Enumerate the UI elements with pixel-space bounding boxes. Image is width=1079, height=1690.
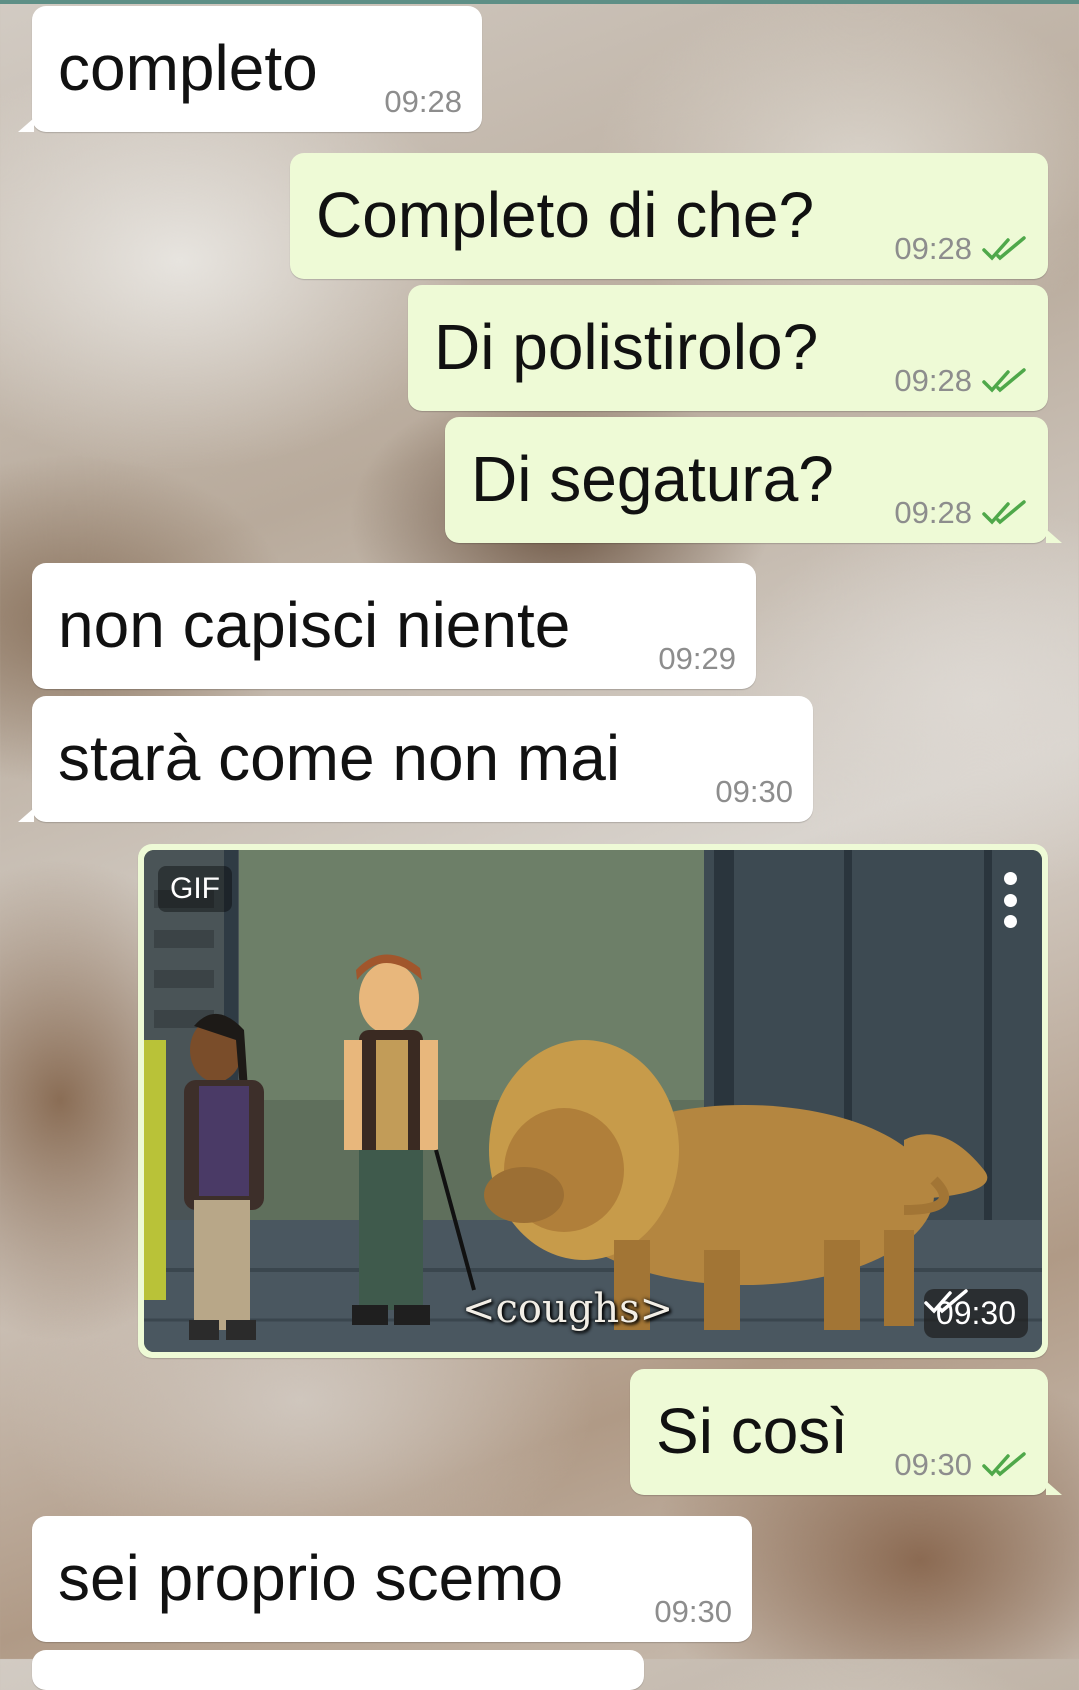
message-text: non capisci niente	[58, 589, 571, 661]
message-text: Si così	[656, 1395, 849, 1467]
message-time: 09:30	[654, 1594, 732, 1629]
gif-message[interactable]: GIF <coughs> 09:30	[138, 844, 1048, 1358]
bubble-tail	[18, 808, 34, 822]
double-check-icon	[982, 368, 1026, 393]
gif-badge: GIF	[158, 866, 232, 912]
message-meta: 09:30	[894, 1447, 1028, 1483]
message-time: 09:28	[894, 231, 972, 266]
message-text: Di polistirolo?	[434, 311, 819, 383]
double-check-icon	[982, 236, 1026, 261]
message-text: sei proprio scemo	[58, 1542, 564, 1614]
bubble-tail	[1046, 529, 1062, 543]
message-incoming[interactable]: starà come non mai 09:30	[18, 696, 813, 822]
double-check-icon	[982, 1452, 1026, 1477]
gif-caption: <coughs>	[462, 1286, 674, 1332]
more-vertical-icon[interactable]	[1000, 872, 1020, 928]
message-text: starà come non mai	[58, 722, 621, 794]
message-incoming[interactable]	[32, 1650, 644, 1690]
message-time: 09:30	[894, 1447, 972, 1482]
bubble-tail	[18, 118, 34, 132]
message-meta: 09:29	[658, 641, 736, 677]
message-outgoing[interactable]: Si così 09:30	[630, 1369, 1062, 1495]
message-meta: 09:28	[894, 495, 1028, 531]
message-incoming[interactable]: non capisci niente 09:29	[32, 563, 756, 689]
message-time: 09:29	[658, 641, 736, 676]
message-meta: 09:30	[923, 1289, 1028, 1338]
message-time: 09:30	[715, 774, 793, 809]
message-outgoing[interactable]: Di segatura? 09:28	[445, 417, 1062, 543]
message-meta: 09:30	[654, 1594, 732, 1630]
message-time: 09:28	[384, 84, 462, 119]
message-incoming[interactable]: sei proprio scemo 09:30	[32, 1516, 752, 1642]
message-meta: 09:28	[894, 231, 1028, 267]
message-text: completo	[58, 32, 318, 104]
message-text: Completo di che?	[316, 179, 815, 251]
double-check-icon	[982, 500, 1026, 525]
double-check-icon	[924, 1289, 968, 1314]
message-meta: 09:28	[384, 84, 462, 120]
message-meta: 09:28	[894, 363, 1028, 399]
message-time: 09:28	[894, 363, 972, 398]
gif-scene	[144, 850, 1042, 1352]
message-outgoing[interactable]: Di polistirolo? 09:28	[408, 285, 1048, 411]
message-outgoing[interactable]: Completo di che? 09:28	[290, 153, 1048, 279]
message-meta: 09:30	[715, 774, 793, 810]
bubble-tail	[1046, 1481, 1062, 1495]
gif-preview[interactable]: GIF <coughs> 09:30	[144, 850, 1042, 1352]
message-incoming[interactable]: completo 09:28	[18, 6, 482, 132]
message-text: Di segatura?	[471, 443, 834, 515]
message-time: 09:28	[894, 495, 972, 530]
top-border	[0, 0, 1079, 4]
